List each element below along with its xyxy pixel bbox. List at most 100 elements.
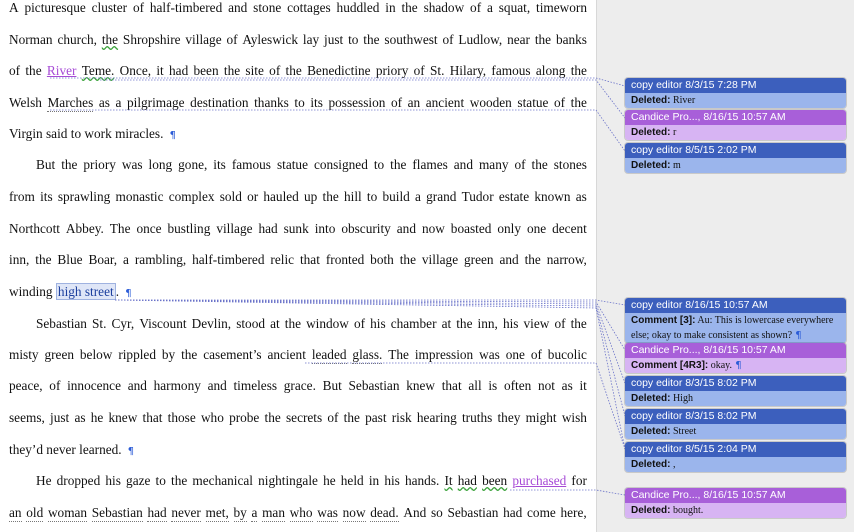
word: one — [526, 221, 547, 236]
word: boasted — [450, 221, 492, 236]
word: He — [36, 473, 52, 488]
text-line[interactable]: Virgin said to work miracles. ¶ — [9, 126, 587, 144]
word: statue — [276, 157, 308, 172]
change-balloon[interactable]: Candice Pro..., 8/16/15 10:57 AM Deleted:… — [625, 110, 846, 140]
word: The — [109, 221, 131, 236]
word: southwest — [384, 32, 438, 47]
word: was — [317, 505, 338, 522]
word: Ludlow, — [458, 32, 503, 47]
pilcrow-icon: ¶ — [166, 130, 176, 141]
word: narrow, — [546, 252, 587, 267]
word: the — [390, 157, 407, 172]
word: nightingale — [258, 473, 318, 488]
word: A — [9, 0, 19, 15]
change-balloon[interactable]: copy editor 8/5/15 2:02 PM Deleted: m — [625, 143, 846, 173]
word: Marches — [47, 95, 94, 112]
word: famous — [231, 157, 271, 172]
word: man — [262, 505, 285, 522]
word: a — [115, 95, 122, 110]
word: the — [285, 63, 302, 78]
text-line[interactable]: they’d never learned. ¶ — [9, 442, 587, 460]
word: his — [370, 316, 386, 331]
word: many — [478, 157, 509, 172]
balloon-body: Deleted: r — [625, 125, 846, 140]
word: Sebastian — [36, 316, 87, 331]
word: village — [185, 32, 222, 47]
change-balloon[interactable]: copy editor 8/3/15 8:02 PM Deleted: High — [625, 376, 846, 406]
text-line[interactable]: He dropped his gaze to the mechanical nightinga… — [36, 473, 587, 489]
text-line[interactable]: Welsh Marches as a pilgrimage destination than… — [9, 95, 587, 112]
text-line[interactable]: winding high street. ¶ — [9, 283, 587, 302]
word: a — [415, 189, 421, 204]
word: only — [497, 221, 522, 236]
text-line[interactable]: from its sprawling monastic complex sold or hau… — [9, 189, 587, 205]
word: below — [79, 347, 113, 362]
text-line[interactable]: of the River Teme. Once, it had been the site of th… — [9, 63, 587, 79]
word: probe — [229, 410, 260, 425]
word: had — [169, 63, 189, 78]
word: is — [488, 378, 498, 393]
change-balloon[interactable]: copy editor 8/16/15 10:57 AM Comment [3]:… — [625, 298, 846, 343]
change-balloon[interactable]: copy editor 8/5/15 2:04 PM Deleted: , — [625, 442, 846, 472]
change-balloon[interactable]: copy editor 8/3/15 7:28 PM Deleted: River — [625, 78, 846, 108]
word: picturesque — [24, 0, 86, 15]
word: huddled — [336, 0, 380, 15]
text-line[interactable]: peace, of innocence and harmony and timeless gr… — [9, 378, 587, 394]
document-page[interactable]: Apicturesque cluster of half-timbered and sto… — [0, 0, 596, 532]
word: monastic — [115, 189, 164, 204]
word: hearing — [416, 410, 457, 425]
word: in — [368, 473, 380, 488]
word: destination — [190, 95, 249, 110]
word: Northcott — [9, 221, 60, 236]
text-line[interactable]: But the priory was long gone, its famous statue c… — [36, 157, 587, 173]
word: all — [468, 378, 482, 393]
change-balloon[interactable]: copy editor 8/3/15 8:02 PM Deleted: Stree… — [625, 409, 846, 439]
word: truths — [461, 410, 493, 425]
word: complex — [168, 189, 215, 204]
word: statue — [517, 95, 549, 110]
word: cottages — [287, 0, 331, 15]
balloon-header: Candice Pro..., 8/16/15 10:57 AM — [625, 343, 846, 358]
word: so — [430, 505, 443, 520]
change-balloon[interactable]: Candice Pro..., 8/16/15 10:57 AM Deleted:… — [625, 488, 846, 518]
word: a — [486, 0, 493, 15]
word: the — [322, 189, 339, 204]
word: Blue — [57, 252, 83, 267]
word: and — [396, 221, 416, 236]
word: St. — [430, 63, 445, 78]
word: just — [324, 32, 344, 47]
word: view — [523, 316, 550, 331]
balloon-label: Deleted: — [631, 505, 671, 516]
word: woman — [47, 505, 88, 522]
balloon-text: Street — [672, 426, 697, 437]
word: as — [575, 189, 587, 204]
balloon-header: copy editor 8/3/15 8:02 PM — [625, 376, 846, 391]
word: and — [127, 378, 147, 393]
word: St. — [92, 316, 107, 331]
text-line[interactable]: inn, the Blue Boar, a rambling, half-timbered r… — [9, 252, 587, 268]
text-line[interactable]: an old woman Sebastian had never met, by a man who… — [9, 505, 587, 522]
balloon-text: else; okay to make consistent as shown? — [631, 330, 793, 341]
change-balloon[interactable]: Candice Pro..., 8/16/15 10:57 AM Comment … — [625, 343, 846, 373]
balloon-label: Comment [3]: — [631, 315, 696, 326]
word: past — [365, 410, 387, 425]
text-line[interactable]: Sebastian St. Cyr, Viscount Devlin, stood at th… — [36, 316, 587, 332]
word: rippled — [118, 347, 156, 362]
word: glass. — [352, 347, 383, 364]
word: Boar, — [88, 252, 118, 267]
word: Ayleswick — [242, 32, 299, 47]
text-line[interactable]: seems, just as he knew that those who probe the se… — [9, 410, 587, 426]
word: not — [537, 378, 555, 393]
word: along — [535, 63, 566, 78]
text-line[interactable]: misty green below rippled by the casement’s anc… — [9, 347, 587, 364]
word: a — [251, 505, 258, 522]
text-line[interactable]: Apicturesque cluster of half-timbered and sto… — [9, 0, 587, 16]
word: and — [499, 252, 519, 267]
pilcrow-icon: ¶ — [732, 360, 742, 371]
text-line[interactable]: Northcott Abbey. The once bustling village had… — [9, 221, 587, 237]
balloon-header: copy editor 8/5/15 2:02 PM — [625, 143, 846, 158]
word: once — [136, 221, 162, 236]
word: secrets — [286, 410, 323, 425]
comment-highlight-high-street[interactable]: high street — [55, 283, 116, 300]
text-line[interactable]: Norman church, the Shropshire village of Ayles… — [9, 32, 587, 48]
